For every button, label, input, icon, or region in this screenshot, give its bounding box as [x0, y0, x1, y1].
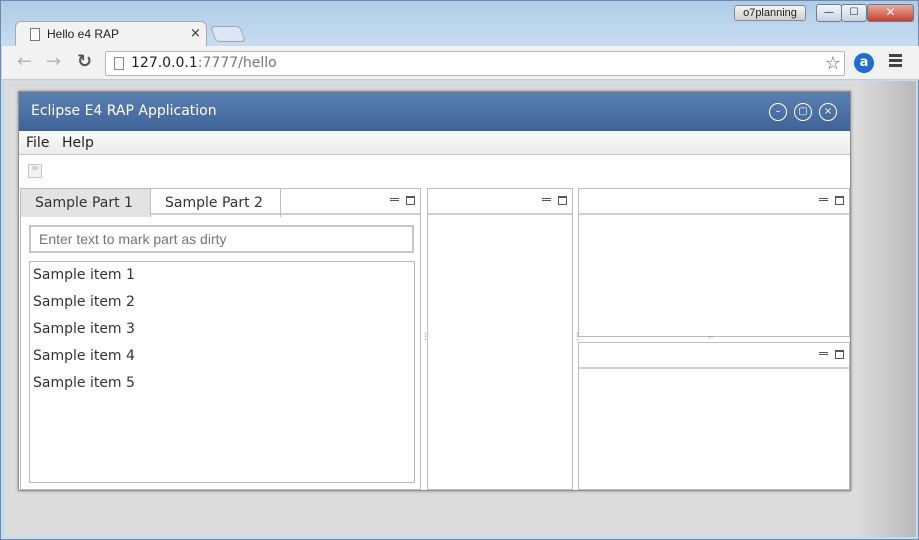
- tab-title: Hello e4 RAP: [47, 27, 120, 41]
- list-item[interactable]: Sample item 4: [30, 343, 414, 370]
- minimize-icon[interactable]: [819, 352, 828, 355]
- minimize-icon[interactable]: [542, 198, 551, 201]
- app-title: Eclipse E4 RAP Application: [31, 103, 217, 119]
- menu-file[interactable]: File: [26, 135, 49, 151]
- save-icon[interactable]: [28, 164, 42, 178]
- tab-close-icon[interactable]: ×: [190, 26, 201, 41]
- minimize-icon[interactable]: [819, 198, 828, 201]
- forward-icon[interactable]: →: [46, 52, 61, 72]
- browser-menu-icon[interactable]: [889, 54, 902, 68]
- maximize-icon[interactable]: [835, 196, 844, 205]
- part-stack-header: [579, 189, 849, 215]
- profile-badge[interactable]: o7planning: [734, 5, 806, 21]
- part-stack-right-top: [578, 188, 850, 337]
- viewport-shade: [856, 81, 916, 537]
- part-stack-left: Sample Part 1 Sample Part 2 Sample item …: [20, 188, 421, 490]
- minimize-icon[interactable]: [390, 198, 399, 201]
- list-item[interactable]: Sample item 3: [30, 316, 414, 343]
- part-stack-right-bottom: [578, 342, 850, 490]
- address-bar[interactable]: 127.0.0.1:7777/hello ☆: [105, 51, 845, 76]
- app-toolbar: [19, 155, 850, 187]
- reload-icon[interactable]: ↻: [77, 52, 92, 72]
- part-stack-middle: [427, 188, 573, 490]
- app-close-icon[interactable]: ×: [819, 103, 837, 121]
- maximize-icon[interactable]: [406, 196, 415, 205]
- tab-sample-part-2[interactable]: Sample Part 2: [151, 189, 281, 217]
- app-minimize-icon[interactable]: –: [769, 103, 787, 121]
- window-close-button[interactable]: ✕: [867, 4, 914, 22]
- back-icon[interactable]: ←: [17, 52, 32, 72]
- window-maximize-button[interactable]: ☐: [841, 4, 867, 22]
- page-icon: [114, 57, 124, 70]
- sample-item-list: Sample item 1 Sample item 2 Sample item …: [29, 261, 415, 483]
- app-maximize-icon[interactable]: ▢: [794, 103, 812, 121]
- list-item[interactable]: Sample item 2: [30, 289, 414, 316]
- url-text: 127.0.0.1:7777/hello: [131, 55, 277, 71]
- browser-tab[interactable]: Hello e4 RAP ×: [15, 21, 207, 47]
- maximize-icon[interactable]: [835, 350, 844, 359]
- list-item[interactable]: Sample item 5: [30, 370, 414, 397]
- list-item[interactable]: Sample item 1: [30, 262, 414, 289]
- browser-toolbar: ← → ↻ 127.0.0.1:7777/hello ☆ a: [2, 46, 919, 80]
- menu-bar: File Help: [19, 131, 850, 155]
- part-stack-header: [428, 189, 572, 215]
- rap-application-window: Eclipse E4 RAP Application – ▢ × File He…: [18, 91, 851, 491]
- part-stack-header: [579, 343, 849, 369]
- new-tab-button[interactable]: [210, 26, 246, 42]
- window-minimize-button[interactable]: —: [816, 4, 842, 22]
- menu-help[interactable]: Help: [62, 135, 94, 151]
- maximize-icon[interactable]: [558, 196, 567, 205]
- tab-sample-part-1[interactable]: Sample Part 1: [21, 189, 151, 217]
- dirty-text-input[interactable]: [29, 225, 414, 253]
- page-icon: [30, 28, 40, 41]
- extension-icon[interactable]: a: [854, 53, 874, 73]
- app-titlebar[interactable]: Eclipse E4 RAP Application – ▢ ×: [19, 92, 850, 131]
- bookmark-star-icon[interactable]: ☆: [825, 53, 841, 74]
- part-stack-header: Sample Part 1 Sample Part 2: [21, 189, 420, 217]
